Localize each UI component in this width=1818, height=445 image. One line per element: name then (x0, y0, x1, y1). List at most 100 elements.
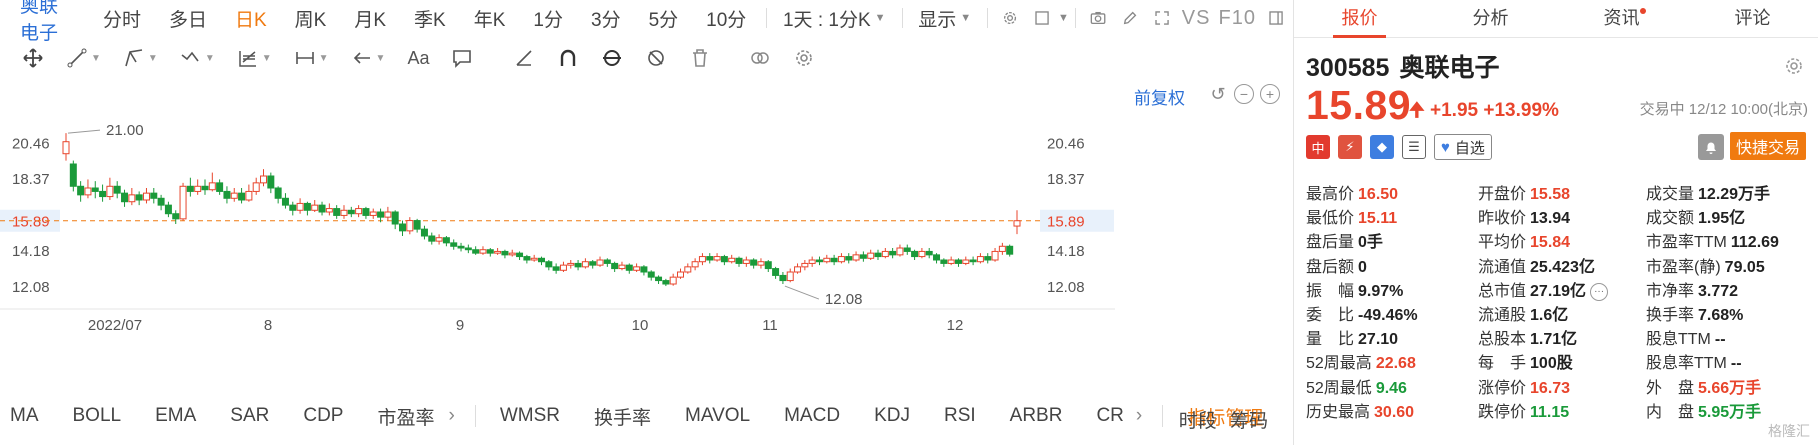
fibonacci-tool-icon[interactable] (237, 47, 259, 69)
period-tab[interactable]: 周K (281, 5, 341, 32)
lock-drawings-icon[interactable] (601, 47, 623, 69)
chevron-right-icon[interactable]: › (1136, 405, 1142, 427)
price-change: 🠉 +1.95 +13.99% (1409, 96, 1559, 128)
candle-body (486, 249, 494, 254)
period-tab[interactable]: 月K (340, 5, 400, 32)
settings-icon[interactable] (1002, 6, 1018, 30)
stats-row: 振 幅 9.97% 总市值 27.19亿 ··· 市净率 3.772 (1306, 277, 1811, 301)
chevron-right-icon[interactable]: › (449, 405, 455, 427)
indicator-wmsr[interactable]: WMSR (500, 405, 560, 427)
candle-body (954, 259, 962, 264)
period-tab[interactable]: 年K (460, 5, 520, 32)
stat-label: 振 幅 (1306, 282, 1355, 300)
period-tab-active[interactable]: 日K (221, 5, 281, 32)
stat-label: 平均价 (1478, 234, 1527, 252)
f10-button[interactable]: F10 (1214, 7, 1259, 30)
stat-cell: 每 手 100股 (1478, 349, 1573, 373)
trading-status: 交易中 12/12 10:00(北京) (1639, 101, 1808, 118)
indicator-sar[interactable]: SAR (230, 405, 269, 427)
indicator-cdp[interactable]: CDP (303, 405, 343, 427)
chevron-down-icon[interactable]: ▼ (262, 53, 272, 64)
candlestick-chart[interactable]: 20.46 20.46 18.37 18.37 15.89 15.89 14.18 14.18… (0, 108, 1292, 398)
candle-body (552, 266, 560, 271)
hide-drawings-icon[interactable] (645, 47, 667, 69)
channel-tool-icon[interactable] (123, 47, 145, 69)
pencil-icon[interactable] (1122, 6, 1138, 30)
indicator-rsi[interactable]: RSI (944, 405, 976, 427)
chip-button[interactable]: 筹码 (1230, 411, 1268, 432)
trash-icon[interactable] (689, 47, 711, 69)
period-tab[interactable]: 3分 (577, 5, 635, 32)
indicator-boll[interactable]: BOLL (73, 405, 122, 427)
tab-comments[interactable]: 评论 (1687, 0, 1818, 37)
stat-value: 1.6亿 (1530, 306, 1569, 324)
chevron-down-icon[interactable]: ▼ (148, 53, 158, 64)
indicator-kdj[interactable]: KDJ (874, 405, 910, 427)
arrow-tool-icon[interactable] (351, 47, 373, 69)
ruler-tool-icon[interactable] (513, 47, 535, 69)
period-tab[interactable]: 5分 (635, 5, 693, 32)
candle-body (223, 190, 231, 199)
stock-name-link[interactable]: 奥联电子 (0, 0, 89, 45)
indicator-macd[interactable]: MACD (784, 405, 840, 427)
candle-body (479, 249, 487, 254)
indicator-mavol[interactable]: MAVOL (685, 405, 750, 427)
indicator-ma[interactable]: MA (10, 405, 39, 427)
stat-label: 股息率TTM (1646, 355, 1727, 373)
chevron-down-icon[interactable]: ▼ (205, 53, 215, 64)
vs-button[interactable]: VS (1178, 7, 1215, 30)
indicator-ema[interactable]: EMA (155, 405, 196, 427)
measure-tool-icon[interactable] (294, 47, 316, 69)
tag-icon[interactable]: ◆ (1370, 135, 1394, 159)
indicator-pe[interactable]: 市盈率 (377, 403, 434, 430)
stat-value: 79.05 (1724, 258, 1765, 276)
stat-label: 市净率 (1646, 282, 1695, 300)
lightning-icon[interactable]: ⚡ (1338, 135, 1362, 159)
chevron-down-icon[interactable]: ▼ (91, 53, 101, 64)
line-tool-icon[interactable] (66, 47, 88, 69)
candle-body (837, 256, 845, 263)
chevron-down-icon[interactable]: ▼ (319, 53, 329, 64)
panel-toggle-icon[interactable] (1268, 6, 1284, 30)
period-tab[interactable]: 多日 (155, 5, 221, 32)
chevron-down-icon[interactable]: ▼ (376, 53, 386, 64)
fullscreen-icon[interactable] (1154, 6, 1170, 30)
period-tab[interactable]: 10分 (692, 5, 760, 32)
zoom-in-button[interactable]: + (1260, 84, 1280, 104)
indicator-turnover[interactable]: 换手率 (594, 403, 651, 430)
fast-trade-button[interactable]: 快捷交易 (1730, 132, 1806, 160)
period-tab[interactable]: 分时 (89, 5, 155, 32)
document-icon[interactable]: ☰ (1402, 135, 1426, 159)
tab-news[interactable]: 资讯 (1556, 0, 1687, 37)
text-tool-icon[interactable]: Aa (407, 48, 429, 69)
y-tick-label-right: 18.37 (1047, 171, 1085, 188)
adjust-mode-button[interactable]: 前复权 (1134, 84, 1185, 109)
session-button[interactable]: 时段 (1179, 411, 1217, 432)
stat-label: 换手率 (1646, 306, 1695, 324)
camera-icon[interactable] (1090, 6, 1106, 30)
display-menu[interactable]: 显示 ▼ (908, 5, 981, 32)
reset-icon[interactable]: ↺ (1208, 84, 1228, 104)
compare-icon[interactable] (749, 47, 771, 69)
period-tab[interactable]: 季K (400, 5, 460, 32)
candle-body (340, 209, 348, 216)
chevron-down-icon[interactable]: ▼ (1058, 12, 1069, 24)
tab-quote[interactable]: 报价 (1294, 0, 1425, 38)
interval-select[interactable]: 1天 : 1分K ▼ (773, 5, 896, 32)
gear-icon[interactable] (1784, 56, 1804, 76)
wave-tool-icon[interactable] (180, 47, 202, 69)
comment-tool-icon[interactable] (451, 47, 473, 69)
more-icon[interactable]: ··· (1590, 282, 1609, 301)
tab-analysis[interactable]: 分析 (1425, 0, 1556, 37)
period-tab[interactable]: 1分 (519, 5, 577, 32)
indicator-cr[interactable]: CR (1096, 405, 1123, 427)
move-icon[interactable] (22, 47, 44, 69)
gear-icon[interactable] (793, 47, 815, 69)
indicator-arbr[interactable]: ARBR (1010, 405, 1063, 427)
bell-icon[interactable] (1698, 134, 1724, 160)
add-watchlist-button[interactable]: ♥ 自选 (1434, 134, 1492, 160)
zoom-out-button[interactable]: − (1234, 84, 1254, 104)
chart-style-icon[interactable] (1034, 6, 1050, 30)
stat-label: 最低价 (1306, 210, 1355, 228)
magnet-icon[interactable] (557, 47, 579, 69)
